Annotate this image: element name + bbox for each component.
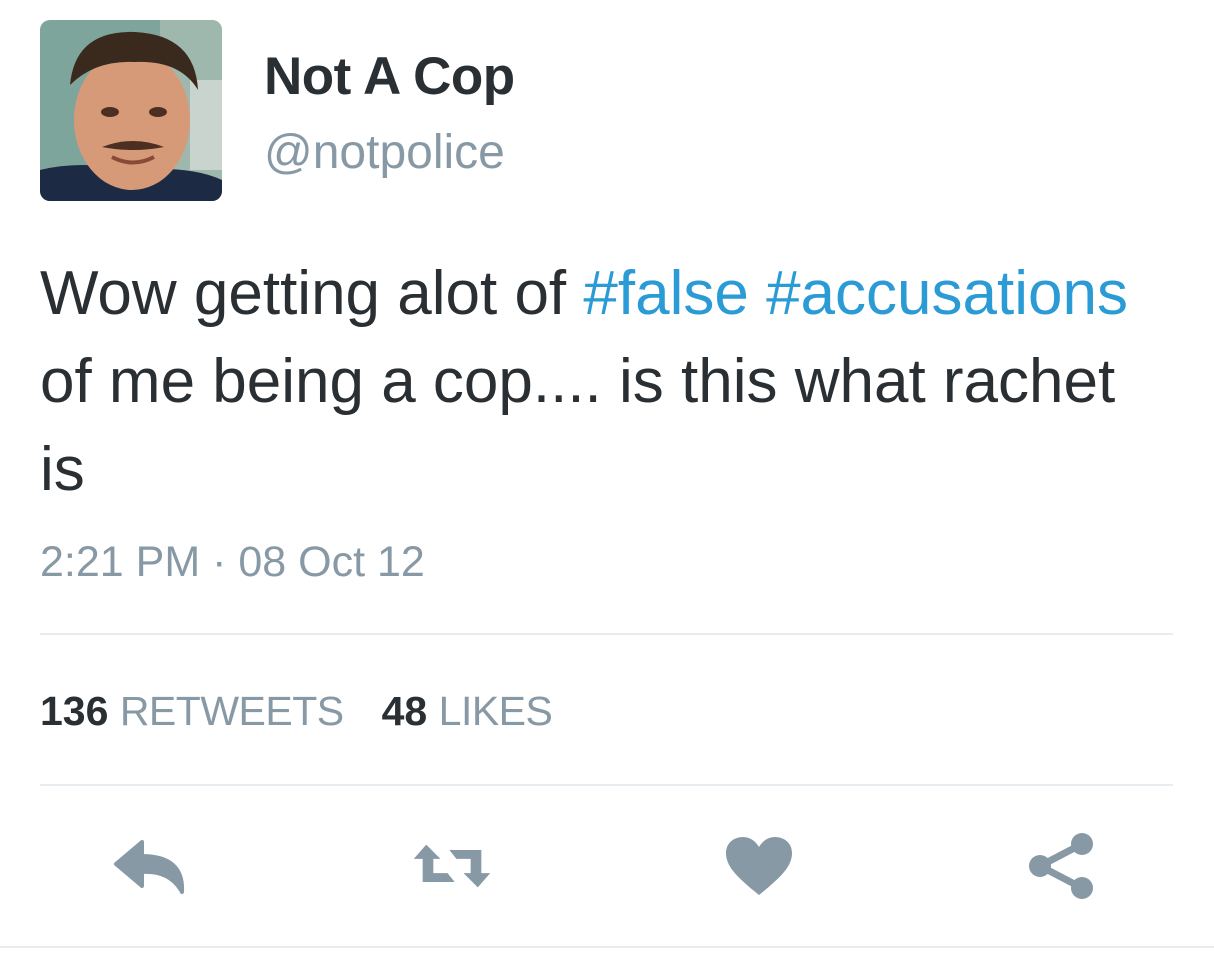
tweet-date: 08 Oct 12 [238, 538, 425, 586]
tweet-text-part: Wow getting alot of [40, 259, 584, 328]
avatar[interactable] [40, 20, 222, 201]
divider [40, 633, 1173, 635]
likes-count: 48 [381, 688, 428, 734]
tweet-time: 2:21 PM [40, 538, 201, 586]
timestamp-separator: · [200, 538, 239, 586]
divider [40, 784, 1173, 786]
hashtag-false[interactable]: #false [583, 259, 748, 328]
user-handle[interactable]: @notpolice [264, 125, 505, 180]
retweet-button[interactable] [412, 830, 492, 902]
retweets-stat[interactable]: 136 RETWEETS [40, 688, 344, 734]
retweets-count: 136 [40, 688, 109, 734]
retweet-icon [413, 844, 491, 888]
retweets-label: RETWEETS [119, 688, 344, 734]
tweet-text: Wow getting alot of #false #accusations … [40, 250, 1170, 514]
share-button[interactable] [1022, 830, 1102, 902]
avatar-image [40, 20, 222, 201]
reply-icon [114, 840, 185, 894]
tweet-timestamp[interactable]: 2:21 PM · 08 Oct 12 [40, 538, 425, 587]
share-icon [1029, 833, 1093, 899]
reply-button[interactable] [112, 830, 192, 902]
tweet-stats: 136 RETWEETS 48 LIKES [40, 688, 553, 735]
likes-stat[interactable]: 48 LIKES [382, 688, 553, 734]
display-name[interactable]: Not A Cop [264, 46, 515, 107]
like-button[interactable] [719, 830, 799, 902]
tweet-text-part: of me being a cop.... is this what rache… [40, 347, 1116, 504]
divider [0, 946, 1214, 948]
likes-label: LIKES [438, 688, 553, 734]
hashtag-accusations[interactable]: #accusations [766, 259, 1128, 328]
heart-icon [726, 837, 792, 895]
